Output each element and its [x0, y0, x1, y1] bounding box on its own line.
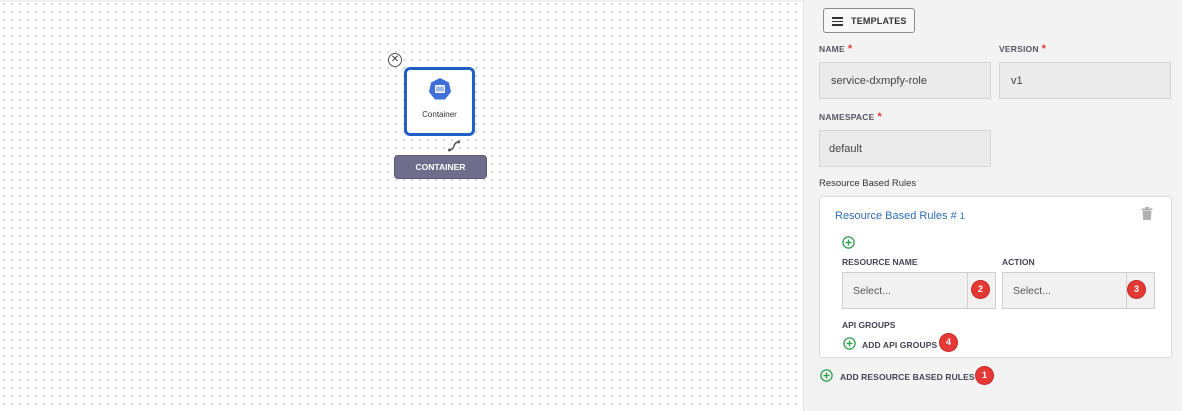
action-placeholder: Select...: [1013, 285, 1051, 297]
templates-button-label: TEMPLATES: [851, 16, 907, 26]
container-node[interactable]: Container: [404, 67, 475, 136]
resource-rules-card: Resource Based Rules # 1 RESOURCE NAME A…: [819, 196, 1172, 358]
version-input[interactable]: v1: [999, 62, 1171, 99]
annotation-badge-1: 1: [976, 367, 993, 384]
required-marker: *: [1041, 43, 1047, 55]
node-type-tag: CONTAINER: [394, 155, 487, 179]
namespace-input[interactable]: default: [819, 130, 991, 167]
version-value: v1: [1011, 74, 1023, 87]
add-api-groups-link[interactable]: ADD API GROUPS: [862, 340, 937, 350]
name-value: service-dxmpfy-role: [831, 74, 927, 87]
namespace-label-text: NAMESPACE: [819, 112, 875, 122]
namespace-label: NAMESPACE *: [819, 111, 882, 123]
annotation-badge-2: 2: [972, 281, 989, 298]
trash-icon[interactable]: [1141, 207, 1153, 220]
namespace-value: default: [829, 142, 863, 155]
rules-card-title-text: Resource Based Rules: [835, 210, 948, 222]
name-input[interactable]: service-dxmpfy-role: [819, 62, 991, 99]
rules-card-hash: #: [950, 210, 957, 222]
diagram-canvas[interactable]: ✕ Container CONTAINER: [0, 0, 803, 411]
add-resource-rules-link[interactable]: ADD RESOURCE BASED RULES: [840, 372, 975, 382]
hamburger-icon: [832, 17, 843, 26]
action-label: ACTION: [1002, 257, 1035, 267]
version-label-text: VERSION: [999, 44, 1039, 54]
name-label-text: NAME: [819, 44, 845, 54]
annotation-badge-4: 4: [940, 334, 957, 351]
required-marker: *: [877, 111, 882, 123]
rules-card-title: Resource Based Rules # 1: [835, 210, 965, 222]
add-rule-item-icon[interactable]: [842, 236, 855, 249]
kubernetes-container-icon: [429, 78, 451, 100]
section-title: Resource Based Rules: [819, 178, 917, 189]
add-resource-rules-icon[interactable]: [820, 369, 833, 382]
properties-panel: TEMPLATES NAME * service-dxmpfy-role VERS…: [803, 0, 1182, 411]
templates-button[interactable]: TEMPLATES: [823, 8, 915, 33]
canvas-top-border: [0, 0, 803, 2]
version-label: VERSION *: [999, 43, 1046, 55]
required-marker: *: [847, 43, 853, 55]
close-icon[interactable]: ✕: [388, 53, 402, 67]
add-api-groups-icon[interactable]: [843, 337, 856, 350]
rules-card-index: 1: [959, 211, 965, 221]
resource-name-placeholder: Select...: [853, 285, 891, 297]
name-label: NAME *: [819, 43, 852, 55]
connector-icon[interactable]: [448, 140, 460, 152]
node-label: Container: [422, 110, 457, 119]
resource-name-label: RESOURCE NAME: [842, 257, 918, 267]
annotation-badge-3: 3: [1128, 281, 1145, 298]
api-groups-label: API GROUPS: [842, 320, 896, 330]
